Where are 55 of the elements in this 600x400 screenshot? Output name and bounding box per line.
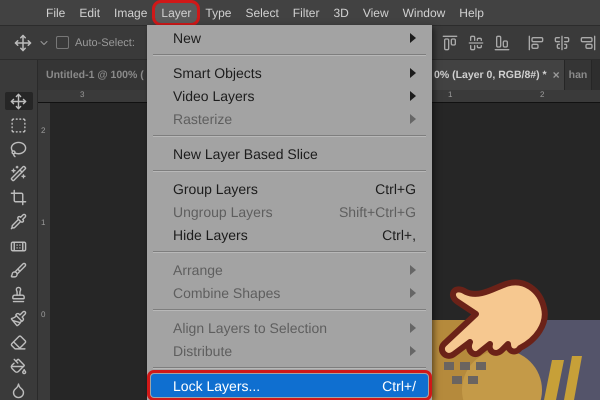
eyedropper-icon[interactable] xyxy=(10,213,27,230)
menu-title[interactable]: Filter xyxy=(286,2,326,22)
menu-item[interactable]: Lock Layers... Ctrl+/ xyxy=(151,374,428,397)
menu-item[interactable]: Video Layers xyxy=(151,84,428,107)
marquee-icon[interactable] xyxy=(10,116,27,134)
align-icon[interactable] xyxy=(468,34,484,50)
menu-item[interactable]: Hide Layers Ctrl+, xyxy=(151,223,428,246)
close-icon[interactable]: × xyxy=(552,68,560,82)
menu-item[interactable]: New xyxy=(151,26,428,49)
crop-icon[interactable] xyxy=(10,189,27,206)
submenu-arrow-icon xyxy=(410,264,416,274)
move-icon[interactable] xyxy=(14,34,32,52)
checkbox[interactable] xyxy=(56,36,69,49)
ruler-number: 0 xyxy=(41,310,46,319)
menu-title[interactable]: Layer xyxy=(155,2,198,22)
menu-title[interactable]: Window xyxy=(396,2,452,22)
ruler-number: 2 xyxy=(41,126,46,135)
submenu-arrow-icon xyxy=(410,32,416,42)
lasso-icon[interactable] xyxy=(10,140,27,158)
menu-title[interactable]: View xyxy=(356,2,395,22)
align-icon[interactable] xyxy=(442,34,458,50)
ruler-number: 1 xyxy=(448,90,452,99)
paintbrush-icon[interactable] xyxy=(10,310,27,327)
menu-item[interactable]: New Layer Based Slice xyxy=(151,142,428,165)
submenu-arrow-icon xyxy=(410,90,416,100)
menu-title[interactable]: Type xyxy=(199,2,238,22)
ruler-number: 3 xyxy=(80,90,84,99)
menu-title[interactable]: Help xyxy=(453,2,490,22)
ruler-number: 2 xyxy=(540,90,544,99)
submenu-arrow-icon xyxy=(410,288,416,298)
menu-title[interactable]: Select xyxy=(239,2,285,22)
ruler-number: 1 xyxy=(41,218,46,227)
menu-item[interactable]: Group Layers Ctrl+G xyxy=(151,177,428,200)
checkbox-label: Auto-Select: xyxy=(75,36,135,48)
submenu-arrow-icon xyxy=(410,346,416,356)
menu-title[interactable]: File xyxy=(40,2,72,22)
align-icon[interactable] xyxy=(554,34,570,50)
paint-bucket-icon[interactable] xyxy=(10,358,27,376)
stamp-icon[interactable] xyxy=(10,286,27,303)
document-tab[interactable]: han xyxy=(564,60,592,90)
move-icon[interactable] xyxy=(10,92,27,110)
align-icon[interactable] xyxy=(528,34,544,50)
brush-icon[interactable] xyxy=(10,262,27,279)
align-icon[interactable] xyxy=(494,34,510,50)
submenu-arrow-icon xyxy=(410,114,416,124)
menu-title[interactable]: Edit xyxy=(73,2,106,22)
magic-wand-icon[interactable] xyxy=(10,165,27,182)
menu-item[interactable]: Smart Objects xyxy=(151,61,428,84)
align-icon[interactable] xyxy=(580,34,596,50)
eraser-icon[interactable] xyxy=(10,334,27,352)
submenu-arrow-icon xyxy=(410,322,416,332)
drop-icon[interactable] xyxy=(10,382,27,400)
submenu-arrow-icon xyxy=(410,68,416,78)
menu-title[interactable]: Image xyxy=(108,2,154,22)
menu-title[interactable]: 3D xyxy=(327,2,355,22)
